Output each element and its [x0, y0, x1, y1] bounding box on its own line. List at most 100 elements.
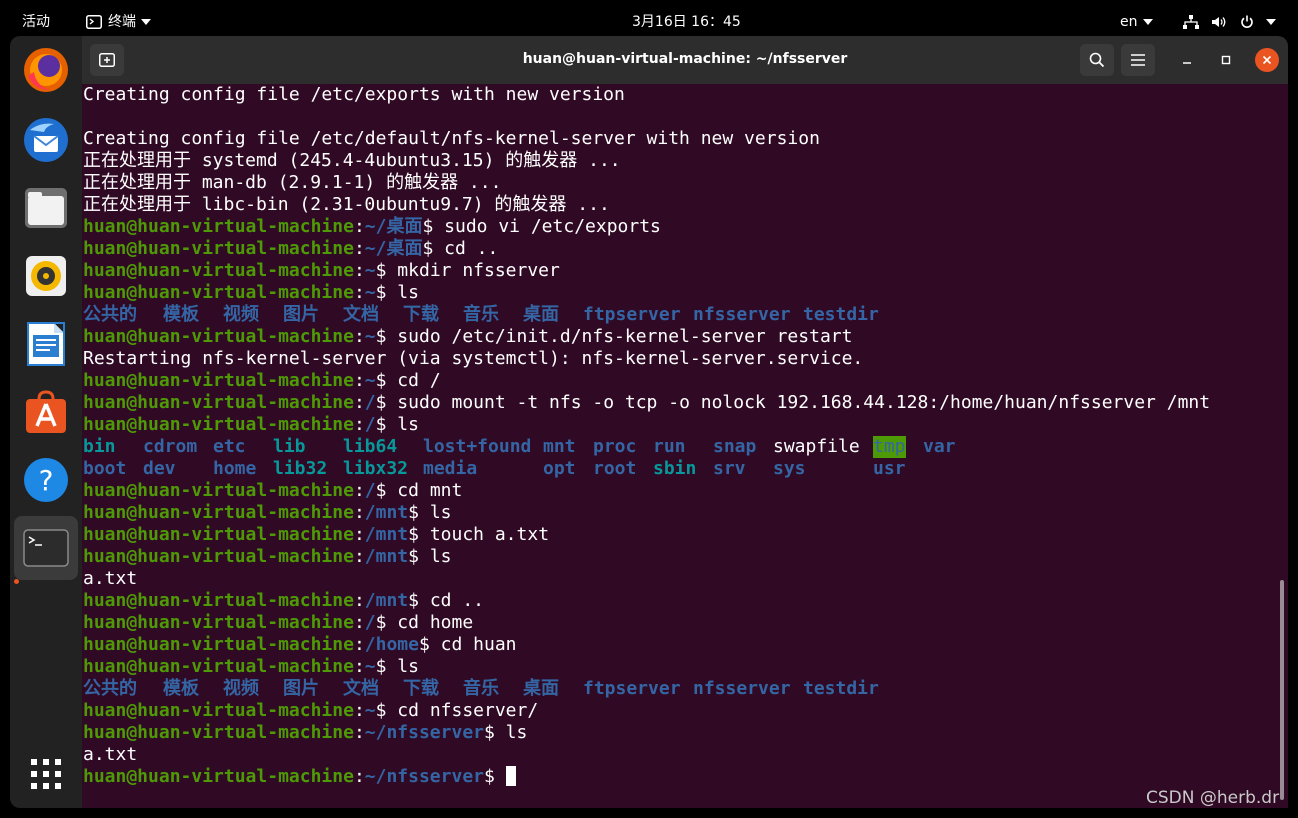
prompt-user: huan@huan-virtual-machine: [83, 260, 354, 281]
firefox-icon: [24, 48, 68, 92]
dir-entry: 视频: [223, 304, 259, 325]
command-text: ls: [418, 546, 452, 567]
prompt-path: ~: [364, 326, 376, 347]
command-text: ls: [418, 502, 452, 523]
hamburger-menu-icon: [1131, 54, 1145, 66]
prompt-path: /: [364, 414, 376, 435]
dir-entry: lost+found: [423, 436, 532, 457]
dock-terminal[interactable]: [14, 516, 78, 580]
prompt-user: huan@huan-virtual-machine: [83, 282, 354, 303]
prompt-path: ~/nfsserver: [364, 722, 484, 743]
prompt-line: huan@huan-virtual-machine:/mnt$ touch a.…: [83, 524, 550, 545]
prompt-path: ~/nfsserver: [364, 766, 484, 787]
terminal-output[interactable]: Creating config file /etc/exports with n…: [83, 84, 1273, 804]
ls-output-home: 公共的 模板 视频 图片 文档 下载 音乐 桌面 ftpserver nfsse…: [83, 304, 1273, 326]
dir-entry: opt: [543, 458, 576, 479]
maximize-icon: [1221, 55, 1231, 65]
dir-entry: var: [923, 436, 956, 457]
new-tab-icon: [99, 53, 115, 67]
show-applications-button[interactable]: [14, 742, 78, 806]
command-text: ls: [386, 414, 419, 435]
network-icon: [1183, 15, 1199, 29]
prompt-user: huan@huan-virtual-machine: [83, 700, 354, 721]
dir-entry: lib: [273, 436, 306, 457]
search-button[interactable]: [1080, 44, 1114, 76]
chevron-down-icon: [1266, 19, 1277, 25]
command-text: touch a.txt: [418, 524, 550, 545]
dir-entry: bin: [83, 436, 116, 457]
command-text: mkdir nfsserver: [386, 260, 560, 281]
dock-rhythmbox[interactable]: [14, 244, 78, 308]
close-button[interactable]: [1255, 48, 1279, 72]
prompt-user: huan@huan-virtual-machine: [83, 414, 354, 435]
dir-entry: cdrom: [143, 436, 198, 457]
dock-writer[interactable]: [14, 312, 78, 376]
output-line: a.txt: [83, 744, 138, 765]
prompt-line: huan@huan-virtual-machine:~$ ls: [83, 656, 419, 677]
prompt-line: huan@huan-virtual-machine:/mnt$ ls: [83, 546, 452, 567]
prompt-user: huan@huan-virtual-machine: [83, 546, 354, 567]
command-text: cd ..: [418, 590, 485, 611]
dir-entry: 下载: [403, 304, 439, 325]
prompt-path: /mnt: [364, 502, 409, 523]
prompt-line-active[interactable]: huan@huan-virtual-machine:~/nfsserver$: [83, 766, 1273, 788]
dir-entry: sbin: [653, 458, 697, 479]
command-text: sudo vi /etc/exports: [433, 216, 661, 237]
output-line: 正在处理用于 libc-bin (2.31-0ubuntu9.7) 的触发器 .…: [83, 194, 610, 215]
terminal-window: huan@huan-virtual-machine: ~/nfsserver C…: [82, 36, 1288, 808]
terminal-scrollbar[interactable]: [1280, 580, 1284, 800]
prompt-path: /mnt: [364, 524, 409, 545]
output-line: Creating config file /etc/default/nfs-ke…: [83, 128, 820, 149]
new-tab-button[interactable]: [90, 44, 124, 76]
command-text: ls: [494, 722, 528, 743]
dir-entry: snap: [713, 436, 757, 457]
dir-entry: 下载: [403, 678, 439, 699]
app-menu-label: 终端: [108, 14, 136, 30]
prompt-path: ~/桌面: [364, 216, 423, 237]
prompt-line: huan@huan-virtual-machine:/mnt$ cd ..: [83, 590, 485, 611]
command-text: cd huan: [429, 634, 517, 655]
ls-output-root-row2: boot dev home lib32 libx32 media opt roo…: [83, 458, 1273, 480]
dock-files[interactable]: [14, 176, 78, 240]
software-icon: [26, 390, 66, 433]
output-line: 正在处理用于 man-db (2.9.1-1) 的触发器 ...: [83, 172, 502, 193]
output-line: a.txt: [83, 568, 138, 589]
minimize-button[interactable]: [1175, 48, 1199, 72]
dock-software[interactable]: [14, 380, 78, 444]
dir-entry: 音乐: [463, 304, 499, 325]
dir-entry: 图片: [283, 304, 319, 325]
dir-entry: 桌面: [523, 304, 559, 325]
dir-entry: nfsserver: [693, 678, 791, 699]
dock-firefox[interactable]: [14, 38, 78, 102]
dir-entry: proc: [593, 436, 637, 457]
dir-entry: testdir: [803, 678, 879, 699]
dock-help[interactable]: ?: [14, 448, 78, 512]
prompt-line: huan@huan-virtual-machine:~$ cd nfsserve…: [83, 700, 539, 721]
maximize-button[interactable]: [1214, 48, 1238, 72]
dock-thunderbird[interactable]: [14, 108, 78, 172]
prompt-line: huan@huan-virtual-machine:~/桌面$ cd ..: [83, 238, 499, 259]
prompt-path: ~: [364, 282, 376, 303]
chevron-down-icon: [141, 19, 151, 25]
terminal-app-icon: [86, 15, 102, 29]
dir-entry: ftpserver: [583, 678, 681, 699]
dir-entry: etc: [213, 436, 246, 457]
prompt-user: huan@huan-virtual-machine: [83, 590, 354, 611]
dir-entry: lib32: [273, 458, 328, 479]
minimize-icon: [1183, 62, 1191, 64]
prompt-line: huan@huan-virtual-machine:~/nfsserver$ l…: [83, 722, 528, 743]
prompt-path: ~: [364, 656, 376, 677]
dir-entry: 公共的: [83, 678, 137, 699]
prompt-user: huan@huan-virtual-machine: [83, 370, 354, 391]
menu-button[interactable]: [1121, 44, 1155, 76]
prompt-line: huan@huan-virtual-machine:~$ sudo /etc/i…: [83, 326, 853, 347]
prompt-user: huan@huan-virtual-machine: [83, 612, 354, 633]
dir-entry: testdir: [803, 304, 879, 325]
prompt-user: huan@huan-virtual-machine: [83, 502, 354, 523]
prompt-line: huan@huan-virtual-machine:/mnt$ ls: [83, 502, 452, 523]
output-line: Creating config file /etc/exports with n…: [83, 84, 625, 105]
dock: ?: [10, 36, 82, 808]
dir-entry: dev: [143, 458, 176, 479]
prompt-user: huan@huan-virtual-machine: [83, 766, 354, 787]
command-text: ls: [386, 282, 419, 303]
